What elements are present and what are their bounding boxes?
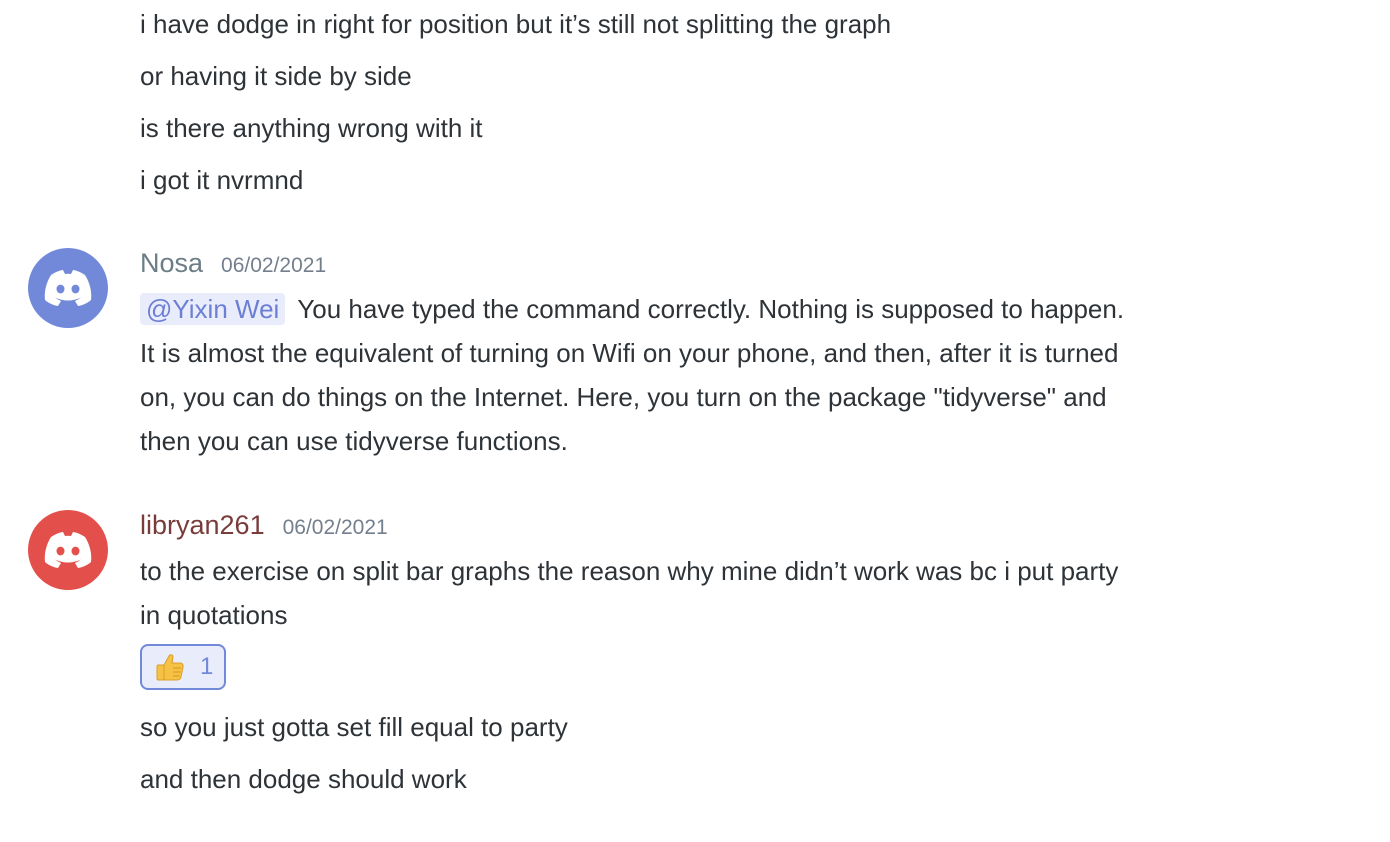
reaction-count: 1: [200, 653, 214, 680]
message-line: is there anything wrong with it: [140, 113, 483, 143]
timestamp: 06/02/2021: [221, 254, 327, 277]
discord-logo-icon: [44, 270, 92, 306]
message-line: or having it side by side: [140, 61, 412, 91]
avatar-eye: [71, 546, 80, 556]
username[interactable]: Nosa: [140, 248, 203, 279]
message-line: It is almost the equivalent of turning o…: [140, 338, 1119, 368]
thumbs-up-icon: [156, 654, 184, 681]
message-line: @Yixin Wei You have typed the command cor…: [140, 287, 1124, 331]
message-line: i got it nvrmnd: [140, 165, 304, 195]
message-line: in quotations: [140, 600, 288, 630]
avatar[interactable]: [28, 248, 108, 328]
avatar-eye: [56, 284, 65, 294]
message-line: then you can use tidyverse functions.: [140, 426, 568, 456]
message-line: to the exercise on split bar graphs the …: [140, 556, 1119, 586]
avatar-eye: [56, 546, 65, 556]
username[interactable]: libryan261: [140, 510, 265, 541]
message-line: on, you can do things on the Internet. H…: [140, 382, 1107, 412]
message-header: Nosa 06/02/2021: [140, 248, 326, 279]
avatar-eye: [71, 284, 80, 294]
message-header: libryan261 06/02/2021: [140, 510, 388, 541]
reaction-button[interactable]: 1: [140, 644, 226, 690]
timestamp: 06/02/2021: [282, 516, 388, 539]
message-text: You have typed the command correctly. No…: [297, 294, 1125, 324]
discord-logo-icon: [44, 532, 92, 568]
avatar[interactable]: [28, 510, 108, 590]
user-mention[interactable]: @Yixin Wei: [140, 293, 286, 325]
message-line: so you just gotta set fill equal to part…: [140, 712, 568, 742]
message-line: i have dodge in right for position but i…: [140, 9, 892, 39]
message-line: and then dodge should work: [140, 764, 467, 794]
